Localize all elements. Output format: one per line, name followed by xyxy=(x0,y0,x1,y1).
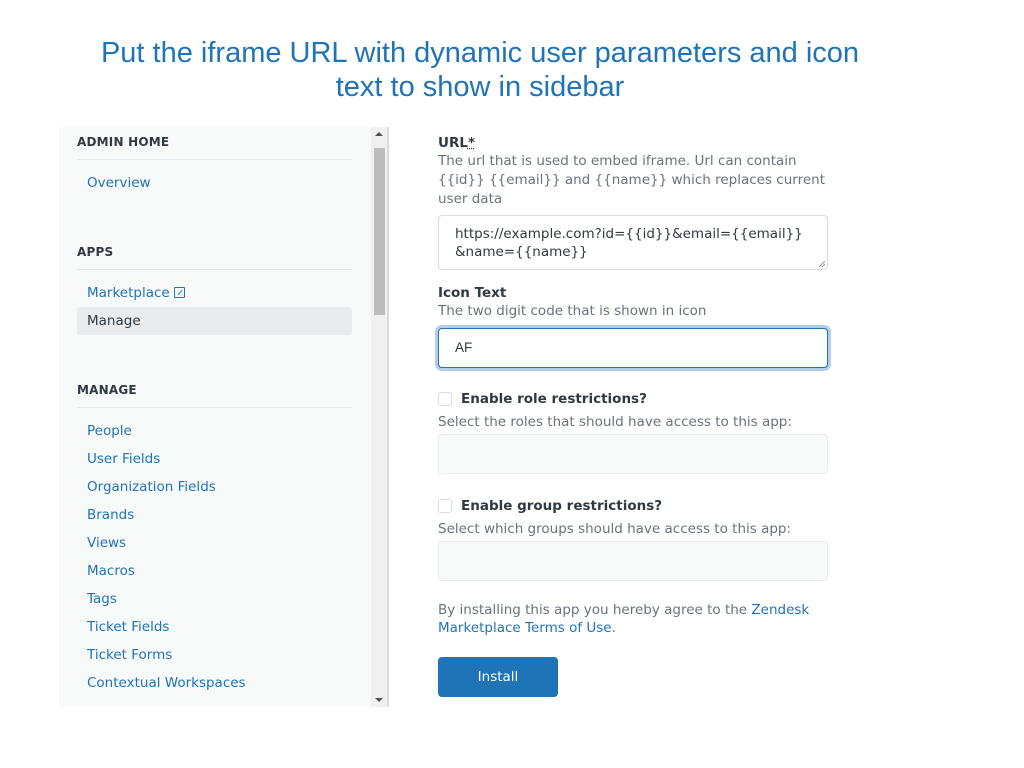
groups-multiselect[interactable] xyxy=(438,541,828,581)
sidebar-item-ticket-forms[interactable]: Ticket Forms xyxy=(77,641,352,669)
sidebar-item-contextual-workspaces[interactable]: Contextual Workspaces xyxy=(77,669,352,697)
caption: Put the iframe URL with dynamic user par… xyxy=(60,36,900,104)
sidebar-item-label: Marketplace xyxy=(87,285,170,301)
group-restrictions-label[interactable]: Enable group restrictions? xyxy=(461,498,662,514)
url-value: https://example.com?id={{id}}&email={{em… xyxy=(455,226,803,260)
role-restrictions-hint: Select the roles that should have access… xyxy=(438,414,792,430)
url-textarea[interactable]: https://example.com?id={{id}}&email={{em… xyxy=(438,215,828,270)
url-label: URL* xyxy=(438,135,476,151)
scrollbar-thumb[interactable] xyxy=(374,148,385,315)
sidebar-item-manage[interactable]: Manage xyxy=(77,307,352,335)
sidebar-item-ticket-fields[interactable]: Ticket Fields xyxy=(77,613,352,641)
sidebar-item-organization-fields[interactable]: Organization Fields xyxy=(77,473,352,501)
section-title: ADMIN HOME xyxy=(77,135,170,149)
divider xyxy=(77,159,352,160)
group-restrictions-hint: Select which groups should have access t… xyxy=(438,521,792,537)
scroll-down-arrow-icon[interactable] xyxy=(375,698,383,702)
install-button[interactable]: Install xyxy=(438,657,558,697)
required-mark: * xyxy=(467,135,476,151)
group-restrictions-checkbox[interactable] xyxy=(438,499,452,513)
caption-line-2: text to show in sidebar xyxy=(335,71,625,103)
sidebar-item-macros[interactable]: Macros xyxy=(77,557,352,585)
divider xyxy=(77,407,352,408)
section-admin-home: ADMIN HOME Overview xyxy=(77,135,352,197)
icon-text-field: Icon Text The two digit code that is sho… xyxy=(438,284,828,368)
sidebar-item-marketplace[interactable]: Marketplace xyxy=(77,279,352,307)
admin-sidebar: ADMIN HOME Overview APPS Marketplace Man… xyxy=(59,127,371,707)
role-restrictions-checkbox[interactable] xyxy=(438,392,452,406)
sidebar-item-brands[interactable]: Brands xyxy=(77,501,352,529)
caption-line-1: Put the iframe URL with dynamic user par… xyxy=(100,37,860,69)
sidebar-item-user-fields[interactable]: User Fields xyxy=(77,445,352,473)
group-restrictions-field: Enable group restrictions? Select which … xyxy=(438,496,828,581)
role-restrictions-label[interactable]: Enable role restrictions? xyxy=(461,391,647,407)
sidebar-item-people[interactable]: People xyxy=(77,417,352,445)
app-settings-form: URL* The url that is used to embed ifram… xyxy=(438,134,828,697)
section-title: MANAGE xyxy=(77,383,137,397)
terms-text: By installing this app you hereby agree … xyxy=(438,602,810,636)
url-hint: The url that is used to embed iframe. Ur… xyxy=(438,153,825,207)
roles-multiselect[interactable] xyxy=(438,434,828,474)
icon-text-label: Icon Text xyxy=(438,285,507,301)
sidebar-item-overview[interactable]: Overview xyxy=(77,169,352,197)
external-link-icon xyxy=(173,287,185,298)
section-apps: APPS Marketplace Manage xyxy=(77,245,352,335)
icon-text-hint: The two digit code that is shown in icon xyxy=(438,303,707,319)
divider xyxy=(77,269,352,270)
section-manage: MANAGE People User Fields Organization F… xyxy=(77,383,352,697)
role-restrictions-field: Enable role restrictions? Select the rol… xyxy=(438,389,828,474)
icon-text-input[interactable]: AF xyxy=(438,328,828,368)
url-field: URL* The url that is used to embed ifram… xyxy=(438,134,828,270)
section-title: APPS xyxy=(77,245,114,259)
sidebar-item-views[interactable]: Views xyxy=(77,529,352,557)
sidebar-scrollbar[interactable] xyxy=(371,127,389,707)
scroll-up-arrow-icon[interactable] xyxy=(375,132,383,136)
resize-grip-icon[interactable] xyxy=(819,261,825,267)
sidebar-item-tags[interactable]: Tags xyxy=(77,585,352,613)
